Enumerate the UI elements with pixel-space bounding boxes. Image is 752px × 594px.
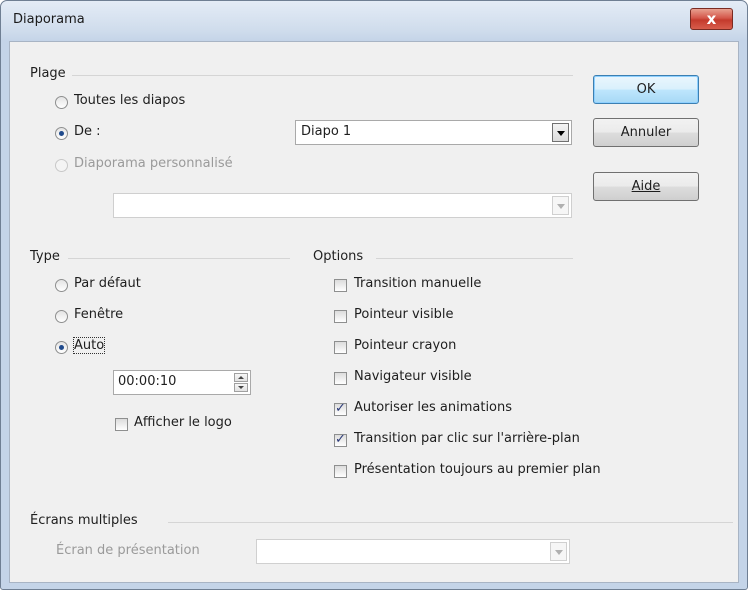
chevron-down-icon[interactable] <box>552 196 569 215</box>
screens-group-heading: Écrans multiples <box>30 513 138 528</box>
radio-custom-show[interactable] <box>55 159 68 172</box>
cancel-button[interactable]: Annuler <box>593 118 699 147</box>
navigator-visible-label[interactable]: Navigateur visible <box>354 369 472 384</box>
from-slide-select[interactable]: Diapo 1 <box>295 120 572 145</box>
options-group-heading: Options <box>313 249 364 264</box>
from-slide-value: Diapo 1 <box>301 124 352 139</box>
allow-animations-checkbox[interactable] <box>334 401 347 416</box>
radio-auto-label[interactable]: Auto <box>72 337 106 354</box>
title-bar[interactable]: Diaporama x <box>1 1 747 41</box>
chevron-down-icon[interactable] <box>550 542 567 561</box>
click-transition-label[interactable]: Transition par clic sur l'arrière-plan <box>354 431 580 446</box>
pause-duration-value: 00:00:10 <box>118 374 177 389</box>
range-group-line <box>72 75 573 76</box>
allow-animations-label[interactable]: Autoriser les animations <box>354 400 512 415</box>
navigator-visible-checkbox[interactable] <box>334 372 347 385</box>
dialog-body: Plage Toutes les diapos De : Diapo 1 Dia… <box>9 41 739 583</box>
type-group-line <box>68 258 290 259</box>
always-on-top-checkbox[interactable] <box>334 465 347 478</box>
pointer-visible-label[interactable]: Pointeur visible <box>354 307 454 322</box>
show-logo-label[interactable]: Afficher le logo <box>134 415 232 430</box>
radio-window[interactable] <box>55 310 68 323</box>
radio-window-label[interactable]: Fenêtre <box>74 307 123 322</box>
radio-all-slides-label[interactable]: Toutes les diapos <box>74 93 185 108</box>
radio-default[interactable] <box>55 279 68 292</box>
chevron-down-icon[interactable] <box>552 123 569 142</box>
presentation-screen-label: Écran de présentation <box>56 543 200 558</box>
show-logo-checkbox[interactable] <box>115 418 128 431</box>
close-icon: x <box>706 10 717 28</box>
ok-button[interactable]: OK <box>593 75 699 104</box>
pointer-visible-checkbox[interactable] <box>334 310 347 323</box>
screens-group-line <box>168 522 733 523</box>
radio-default-label[interactable]: Par défaut <box>74 276 141 291</box>
help-button-label: Aide <box>631 179 661 194</box>
pointer-pen-label[interactable]: Pointeur crayon <box>354 338 456 353</box>
manual-transition-label[interactable]: Transition manuelle <box>354 276 481 291</box>
presentation-screen-select[interactable] <box>256 539 570 564</box>
options-group-line <box>376 258 573 259</box>
radio-all-slides[interactable] <box>55 96 68 109</box>
spin-up-icon[interactable] <box>234 373 248 382</box>
window-title: Diaporama <box>13 12 85 27</box>
spin-down-icon[interactable] <box>234 383 248 392</box>
radio-from[interactable] <box>55 127 68 140</box>
pointer-pen-checkbox[interactable] <box>334 341 347 354</box>
click-transition-checkbox[interactable] <box>334 432 347 447</box>
range-group-heading: Plage <box>30 66 66 81</box>
dialog-window: Diaporama x Plage Toutes les diapos De :… <box>0 0 748 590</box>
radio-from-label[interactable]: De : <box>74 124 101 139</box>
custom-show-select[interactable] <box>113 193 572 218</box>
pause-duration-spinner[interactable]: 00:00:10 <box>113 370 251 395</box>
spinner-buttons <box>234 373 248 392</box>
radio-auto[interactable] <box>55 341 68 354</box>
manual-transition-checkbox[interactable] <box>334 279 347 292</box>
type-group-heading: Type <box>30 249 60 264</box>
close-button[interactable]: x <box>690 8 733 30</box>
always-on-top-label[interactable]: Présentation toujours au premier plan <box>354 462 601 477</box>
help-button[interactable]: Aide <box>593 172 699 201</box>
radio-custom-show-label[interactable]: Diaporama personnalisé <box>74 156 233 171</box>
